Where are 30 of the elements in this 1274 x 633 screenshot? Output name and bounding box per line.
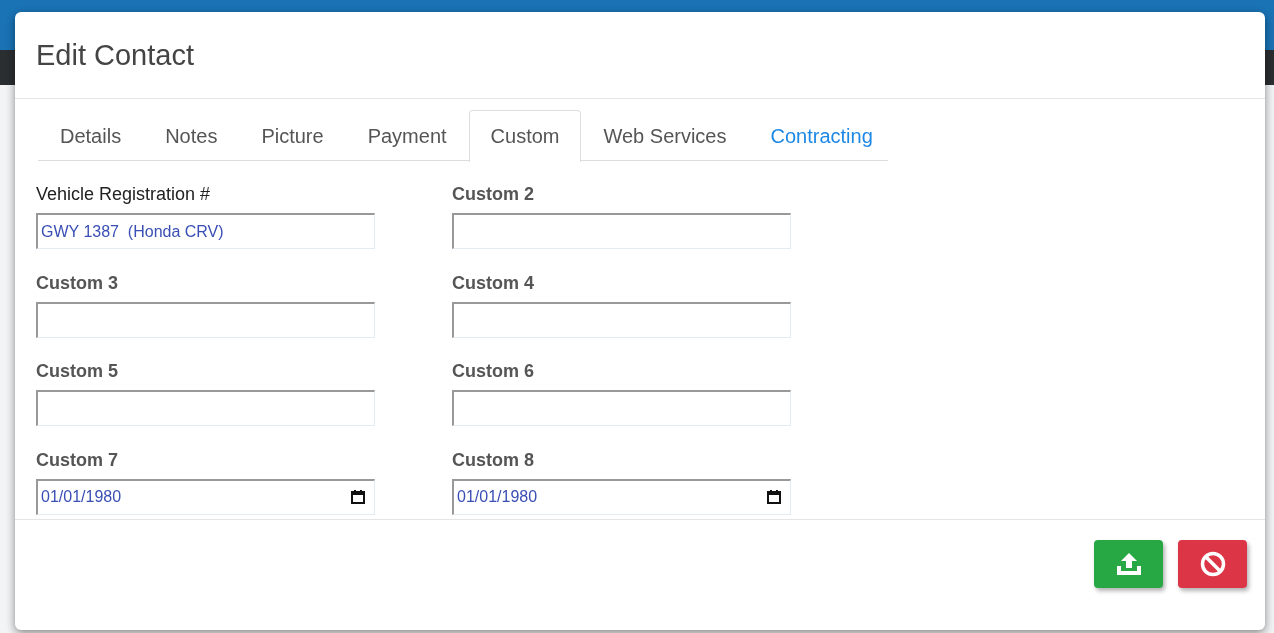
date-field[interactable]: 01/01/1980	[452, 478, 791, 515]
text-field[interactable]	[36, 390, 375, 426]
field-label: Custom 3	[36, 271, 118, 295]
field-label: Vehicle Registration #	[36, 183, 211, 206]
tab[interactable]: Payment	[345, 110, 469, 161]
dialog-title: Edit Contact	[36, 38, 194, 72]
tab[interactable]: Notes	[143, 110, 240, 161]
prohibited-icon	[1199, 551, 1226, 577]
field-label: Custom 7	[36, 448, 118, 472]
date-field[interactable]: 01/01/1980	[36, 478, 375, 515]
text-field[interactable]	[452, 301, 791, 338]
text-field[interactable]	[36, 301, 375, 338]
upload-icon	[1115, 552, 1142, 576]
tab[interactable]: Contracting	[748, 110, 895, 161]
field-label: Custom 6	[452, 360, 534, 383]
upload-button[interactable]	[1094, 540, 1163, 588]
cancel-button[interactable]	[1178, 540, 1247, 588]
field-label: Custom 4	[452, 271, 534, 295]
field-label: Custom 5	[36, 360, 118, 383]
tab[interactable]: Details	[38, 110, 144, 161]
field-label: Custom 2	[452, 183, 534, 206]
field-label: Custom 8	[452, 448, 534, 472]
tab[interactable]: Picture	[239, 110, 346, 161]
text-field[interactable]	[452, 390, 791, 426]
calendar-icon[interactable]	[766, 488, 782, 505]
text-field[interactable]: GWY 1387 (Honda CRV)	[36, 213, 375, 249]
tab[interactable]: Web Services	[581, 110, 749, 161]
tab[interactable]: Custom	[468, 110, 582, 162]
text-field[interactable]	[452, 213, 791, 249]
calendar-icon[interactable]	[350, 488, 366, 505]
